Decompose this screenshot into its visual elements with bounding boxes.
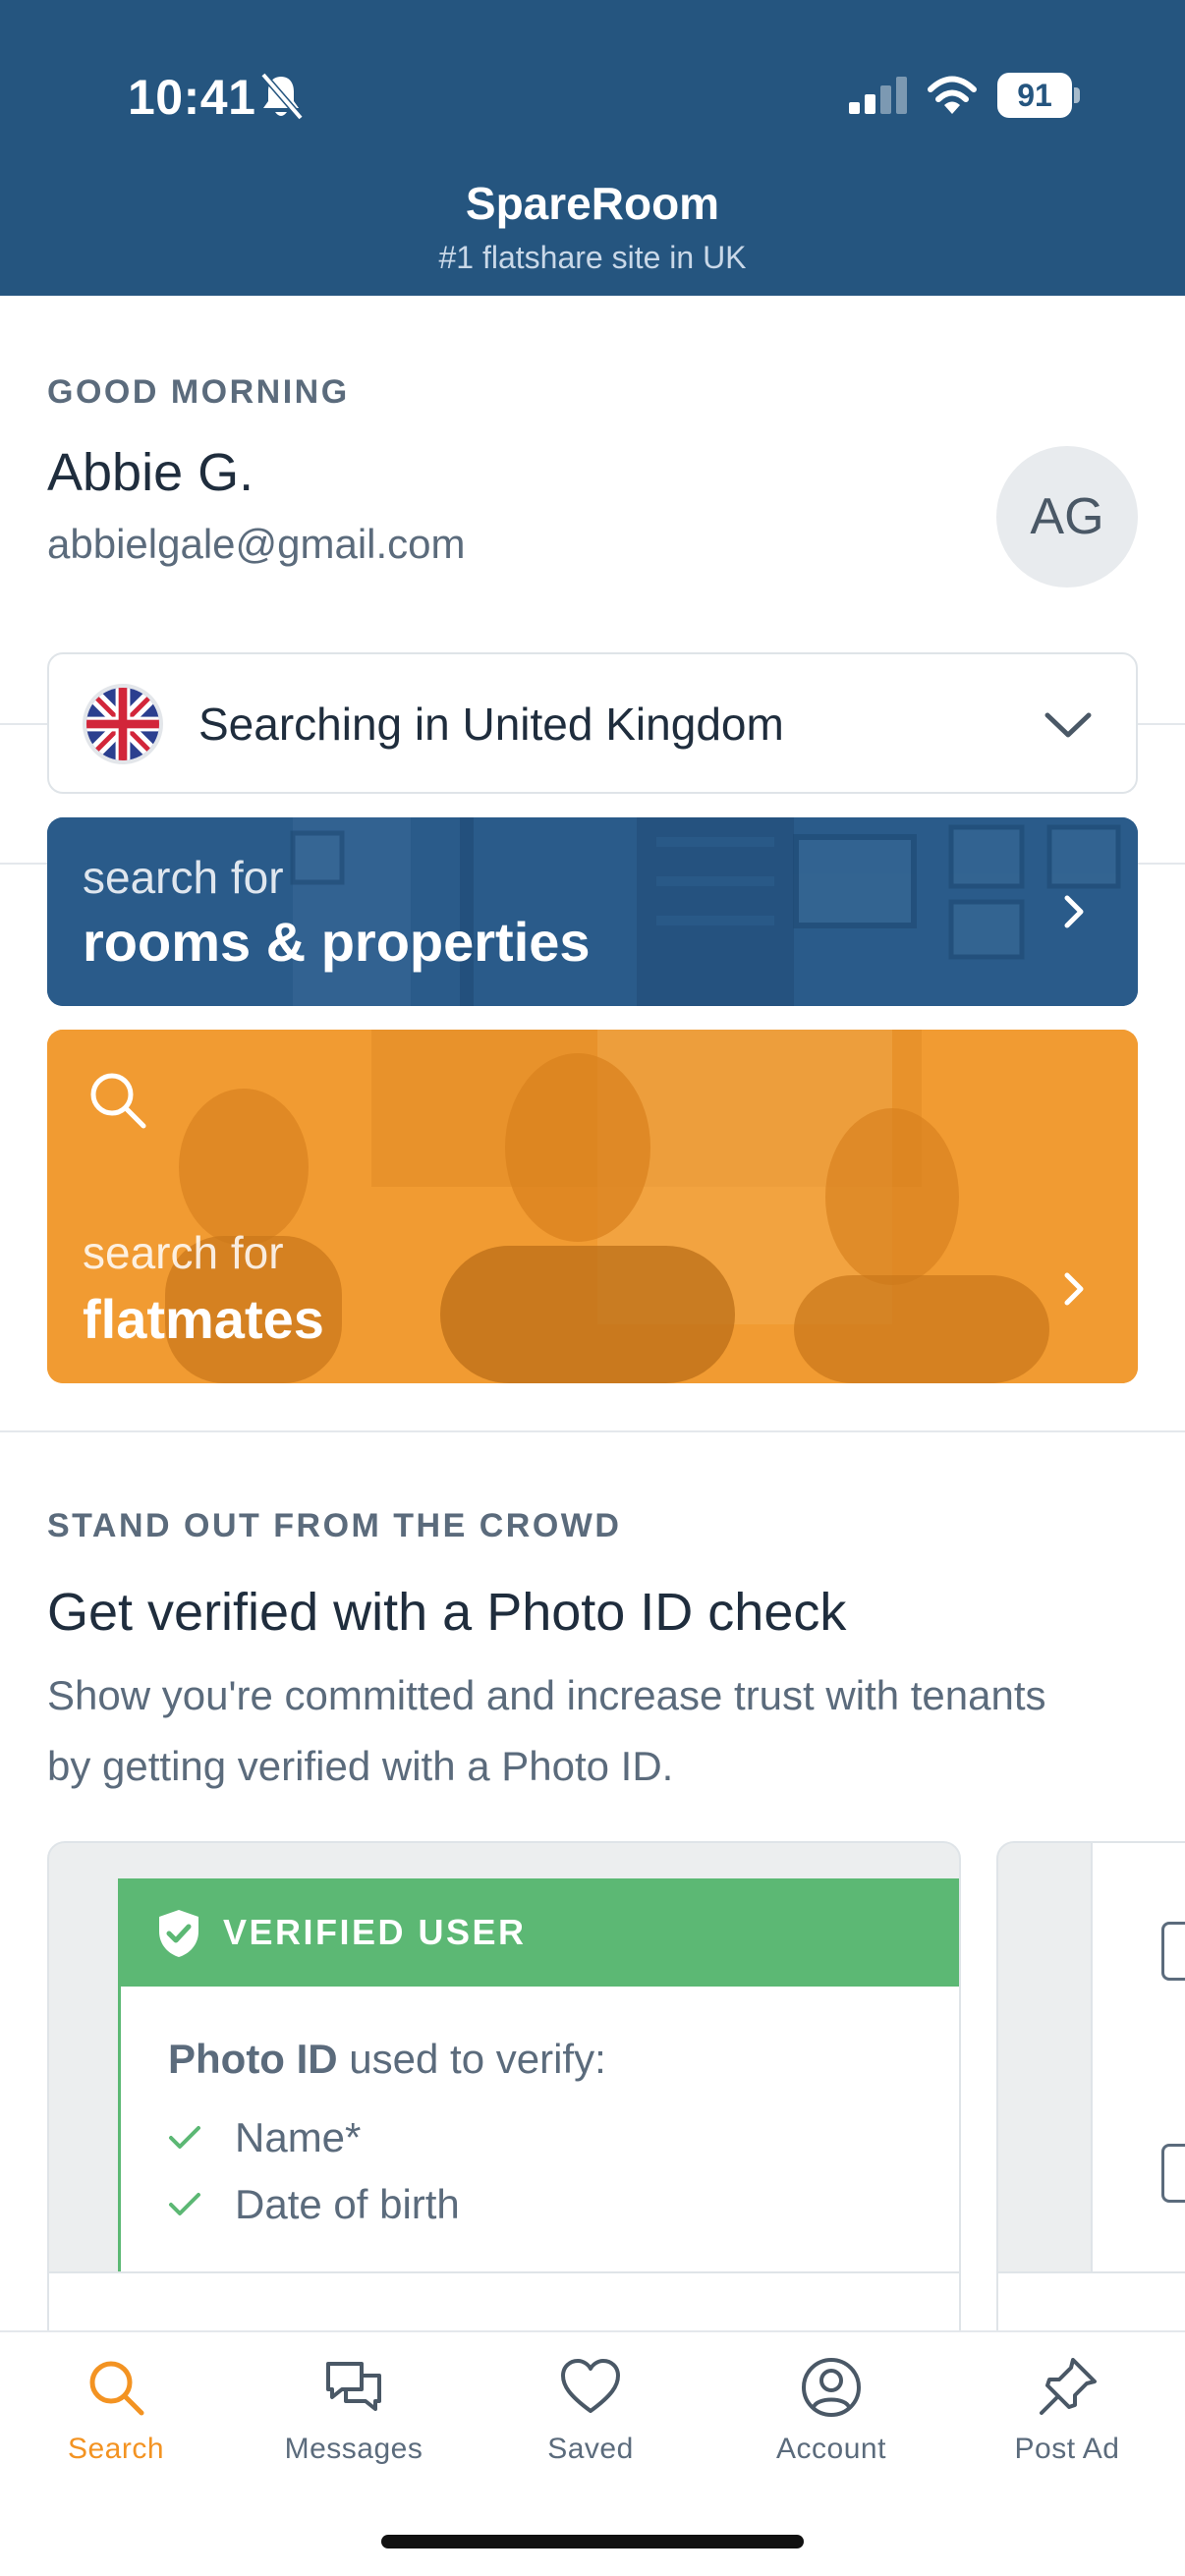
account-icon: [802, 2358, 861, 2417]
home-indicator: [381, 2535, 804, 2548]
battery-indicator: 91: [997, 73, 1080, 118]
search-flatmates-card[interactable]: search for flatmates: [47, 1030, 1138, 1383]
tab-label: Search: [67, 2433, 165, 2465]
home-screen: 10:41 91 SpareRoom #1 flatshare site in …: [0, 0, 1185, 2576]
chevron-right-icon: [1064, 895, 1084, 928]
verify-description: Show you're committed and increase trust…: [47, 1672, 1046, 1789]
flatmates-kicker: search for: [83, 1227, 284, 1278]
flatmates-title: flatmates: [83, 1288, 324, 1350]
location-label: Searching in United Kingdom: [198, 699, 784, 750]
tab-account[interactable]: Account: [723, 2356, 939, 2503]
pin-icon: [1040, 2358, 1097, 2415]
tab-saved[interactable]: Saved: [482, 2356, 699, 2503]
section-divider: [0, 1430, 1185, 1432]
photo-id-line: Photo ID used to verify:: [168, 2036, 606, 2083]
verify-title: Get verified with a Photo ID check: [47, 1583, 847, 1642]
checkbox-icon: [1161, 1922, 1185, 1981]
check-icon: [169, 2126, 200, 2149]
shield-check-icon: [159, 1910, 198, 1957]
verify-kicker: STAND OUT FROM THE CROWD: [47, 1507, 622, 1544]
search-rooms-card[interactable]: search for rooms & properties: [47, 817, 1138, 1006]
app-title: SpareRoom: [465, 178, 720, 229]
tab-messages[interactable]: Messages: [246, 2356, 462, 2503]
check-label: Date of birth: [235, 2181, 460, 2227]
rooms-kicker: search for: [83, 852, 284, 903]
uk-flag-icon: [83, 684, 163, 764]
greeting-label: GOOD MORNING: [47, 373, 350, 411]
verified-user-preview: VERIFIED USER Photo ID used to verify: N…: [118, 1878, 959, 2271]
user-name: Abbie G.: [47, 443, 254, 502]
bell-off-icon: [260, 72, 304, 121]
wifi-icon: [928, 76, 977, 114]
verified-banner: VERIFIED USER: [121, 1878, 959, 1987]
check-icon: [169, 2193, 200, 2215]
tab-label: Post Ad: [1014, 2433, 1120, 2465]
checkbox-icon: [1161, 2144, 1185, 2203]
tab-search[interactable]: Search: [8, 2356, 224, 2503]
messages-icon: [326, 2362, 381, 2411]
app-header: 10:41 91 SpareRoom #1 flatshare site in …: [0, 0, 1185, 296]
search-icon: [89, 2361, 144, 2416]
cellular-signal-icon: [849, 77, 907, 114]
chevron-down-icon: [1044, 712, 1092, 738]
check-label: Name*: [235, 2114, 362, 2160]
tab-label: Saved: [547, 2433, 634, 2465]
status-time: 10:41: [128, 70, 256, 125]
user-email: abbielgale@gmail.com: [47, 521, 466, 567]
next-card-content: [1091, 1843, 1185, 2271]
location-selector[interactable]: Searching in United Kingdom: [47, 652, 1138, 794]
avatar[interactable]: AG: [996, 446, 1138, 588]
search-icon: [90, 1073, 146, 1129]
chevron-right-icon: [1064, 1272, 1084, 1306]
tab-post-ad[interactable]: Post Ad: [959, 2356, 1175, 2503]
battery-tip: [1074, 87, 1080, 103]
photo-id-bold: Photo ID: [168, 2036, 338, 2082]
heart-icon: [561, 2359, 620, 2413]
battery-level: 91: [997, 73, 1072, 118]
photo-id-rest: used to verify:: [337, 2036, 606, 2082]
tab-label: Messages: [284, 2433, 423, 2465]
verified-banner-label: VERIFIED USER: [223, 1912, 527, 1952]
rooms-title: rooms & properties: [83, 911, 591, 973]
app-subtitle: #1 flatshare site in UK: [438, 240, 747, 275]
tab-label: Account: [776, 2433, 886, 2465]
